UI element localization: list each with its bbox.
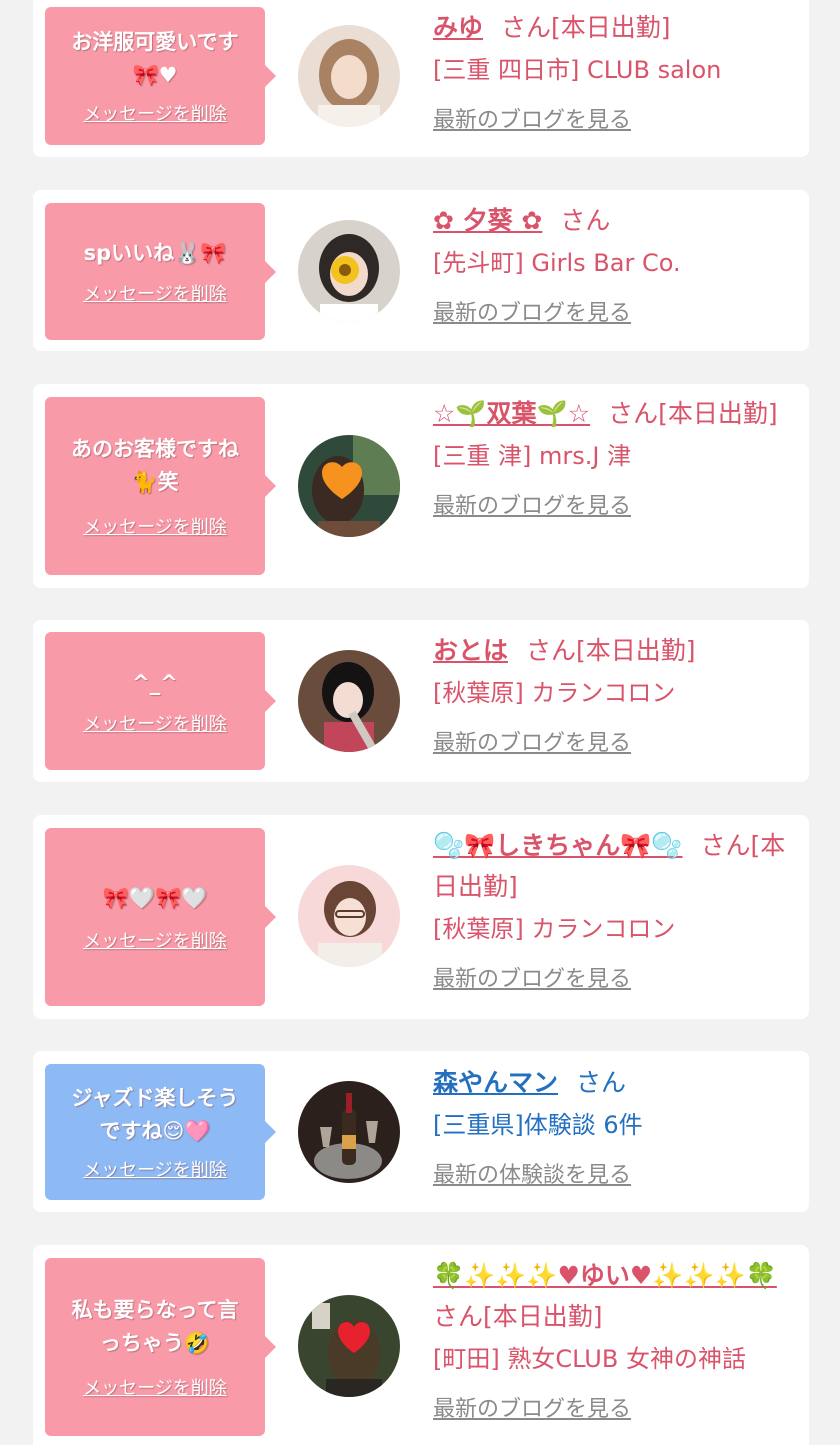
- shop-label: [三重 四日市] CLUB salon: [433, 56, 722, 84]
- message-bubble: 私も要らなって言 っちゃう🤣 メッセージを削除: [45, 1258, 276, 1436]
- message-text: spいいね🐰🎀: [83, 241, 227, 265]
- avatar[interactable]: [298, 435, 400, 537]
- delete-message-link[interactable]: メッセージを削除: [83, 100, 227, 126]
- avatar[interactable]: [298, 1081, 400, 1183]
- message-bubble: あのお客様ですね 🐈笑 メッセージを削除: [45, 397, 276, 575]
- latest-blog-link[interactable]: 最新のブログを見る: [433, 488, 631, 520]
- message-text: お洋服可愛いです 🎀♥: [71, 30, 239, 87]
- message-card: あのお客様ですね 🐈笑 メッセージを削除 ☆🌱双葉🌱☆ さん[本日出勤] [三重 …: [33, 384, 809, 588]
- cast-name-link[interactable]: ☆🌱双葉🌱☆: [433, 399, 590, 428]
- name-suffix: さん[本日出勤]: [433, 1302, 603, 1331]
- shop-label: [秋葉原] カランコロン: [433, 915, 676, 943]
- profile-photo-icon: [298, 435, 400, 537]
- message-card: spいいね🐰🎀 メッセージを削除 ✿ 夕葵 ✿ さん [先斗町] Girls Ba…: [33, 190, 809, 351]
- cast-name-link[interactable]: 🍀✨✨✨♥ゆい♥✨✨✨🍀: [433, 1261, 777, 1290]
- profile-photo-icon: [298, 1295, 400, 1397]
- message-text: ジャズド楽しそう ですね😌🩷: [71, 1086, 239, 1143]
- latest-blog-link[interactable]: 最新のブログを見る: [433, 725, 631, 757]
- profile-photo-icon: [298, 865, 400, 967]
- avatar[interactable]: [298, 865, 400, 967]
- latest-blog-link[interactable]: 最新のブログを見る: [433, 295, 631, 327]
- avatar[interactable]: [298, 25, 400, 127]
- shop-label: [秋葉原] カランコロン: [433, 679, 676, 707]
- cast-name-link[interactable]: ✿ 夕葵 ✿: [433, 206, 542, 235]
- name-line: 🍀✨✨✨♥ゆい♥✨✨✨🍀 さん[本日出勤]: [433, 1255, 799, 1337]
- message-card: 私も要らなって言 っちゃう🤣 メッセージを削除 🍀✨✨✨♥ゆい♥✨✨✨🍀 さん[本…: [33, 1245, 809, 1445]
- cast-name-link[interactable]: みゆ: [433, 13, 483, 42]
- latest-review-link[interactable]: 最新の体験談を見る: [433, 1157, 631, 1189]
- delete-message-link[interactable]: メッセージを削除: [83, 280, 227, 306]
- cast-name-link[interactable]: おとは: [433, 636, 508, 665]
- message-bubble: ジャズド楽しそう ですね😌🩷 メッセージを削除: [45, 1064, 276, 1200]
- avatar[interactable]: [298, 650, 400, 752]
- message-bubble: 🎀🤍🎀🤍 メッセージを削除: [45, 828, 276, 1006]
- champagne-photo-icon: [298, 1081, 400, 1183]
- name-suffix: さん[本日出勤]: [526, 636, 696, 665]
- delete-message-link[interactable]: メッセージを削除: [83, 710, 227, 736]
- name-suffix: さん: [576, 1068, 627, 1097]
- message-card: 🎀🤍🎀🤍 メッセージを削除 🫧🎀しきちゃん🎀🫧 さん[本日出勤] [秋葉原] カラ…: [33, 815, 809, 1019]
- name-line: 🫧🎀しきちゃん🎀🫧 さん[本日出勤]: [433, 825, 799, 907]
- message-card: お洋服可愛いです 🎀♥ メッセージを削除 みゆ さん[本日出勤] [三重 四日市]…: [33, 0, 809, 157]
- message-card: ジャズド楽しそう ですね😌🩷 メッセージを削除 森やんマン さん [三重県]体験談…: [33, 1051, 809, 1212]
- latest-blog-link[interactable]: 最新のブログを見る: [433, 1391, 631, 1423]
- cast-info: おとは さん[本日出勤] [秋葉原] カランコロン 最新のブログを見る: [433, 630, 799, 757]
- latest-blog-link[interactable]: 最新のブログを見る: [433, 961, 631, 993]
- name-line: みゆ さん[本日出勤]: [433, 7, 799, 48]
- delete-message-link[interactable]: メッセージを削除: [83, 927, 227, 953]
- review-count-label: [三重県]体験談 6件: [433, 1111, 643, 1139]
- cast-info: ☆🌱双葉🌱☆ さん[本日出勤] [三重 津] mrs.J 津 最新のブログを見る: [433, 393, 799, 520]
- message-text: 🎀🤍🎀🤍: [102, 885, 208, 910]
- cast-name-link[interactable]: 🫧🎀しきちゃん🎀🫧: [433, 831, 683, 860]
- name-suffix: さん: [560, 206, 611, 235]
- cast-info: みゆ さん[本日出勤] [三重 四日市] CLUB salon 最新のブログを見る: [433, 7, 799, 134]
- name-suffix: さん[本日出勤]: [501, 13, 671, 42]
- delete-message-link[interactable]: メッセージを削除: [83, 1374, 227, 1400]
- message-text: 私も要らなって言 っちゃう🤣: [71, 1298, 239, 1355]
- shop-label: [先斗町] Girls Bar Co.: [433, 249, 681, 277]
- name-line: 森やんマン さん: [433, 1062, 799, 1103]
- message-text: あのお客様ですね 🐈笑: [71, 437, 239, 494]
- delete-message-link[interactable]: メッセージを削除: [83, 513, 227, 539]
- message-card: ^_^ メッセージを削除 おとは さん[本日出勤] [秋葉原] カランコロン 最新…: [33, 620, 809, 782]
- customer-name-link[interactable]: 森やんマン: [433, 1068, 558, 1097]
- delete-message-link[interactable]: メッセージを削除: [83, 1156, 227, 1182]
- avatar[interactable]: [298, 1295, 400, 1397]
- cast-info: 🫧🎀しきちゃん🎀🫧 さん[本日出勤] [秋葉原] カランコロン 最新のブログを見る: [433, 825, 799, 993]
- cast-info: 🍀✨✨✨♥ゆい♥✨✨✨🍀 さん[本日出勤] [町田] 熟女CLUB 女神の神話 最…: [433, 1255, 799, 1423]
- profile-photo-icon: [298, 650, 400, 752]
- latest-blog-link[interactable]: 最新のブログを見る: [433, 102, 631, 134]
- message-bubble: お洋服可愛いです 🎀♥ メッセージを削除: [45, 7, 276, 145]
- customer-info: 森やんマン さん [三重県]体験談 6件 最新の体験談を見る: [433, 1062, 799, 1189]
- name-line: おとは さん[本日出勤]: [433, 630, 799, 671]
- avatar[interactable]: [298, 220, 400, 322]
- name-line: ☆🌱双葉🌱☆ さん[本日出勤]: [433, 393, 799, 434]
- profile-photo-icon: [298, 25, 400, 127]
- message-bubble: spいいね🐰🎀 メッセージを削除: [45, 203, 276, 340]
- cast-info: ✿ 夕葵 ✿ さん [先斗町] Girls Bar Co. 最新のブログを見る: [433, 200, 799, 327]
- message-text: ^_^: [132, 670, 178, 695]
- shop-label: [三重 津] mrs.J 津: [433, 442, 632, 470]
- name-line: ✿ 夕葵 ✿ さん: [433, 200, 799, 241]
- shop-label: [町田] 熟女CLUB 女神の神話: [433, 1345, 746, 1373]
- profile-photo-icon: [298, 220, 400, 322]
- name-suffix: さん[本日出勤]: [608, 399, 778, 428]
- message-bubble: ^_^ メッセージを削除: [45, 632, 276, 770]
